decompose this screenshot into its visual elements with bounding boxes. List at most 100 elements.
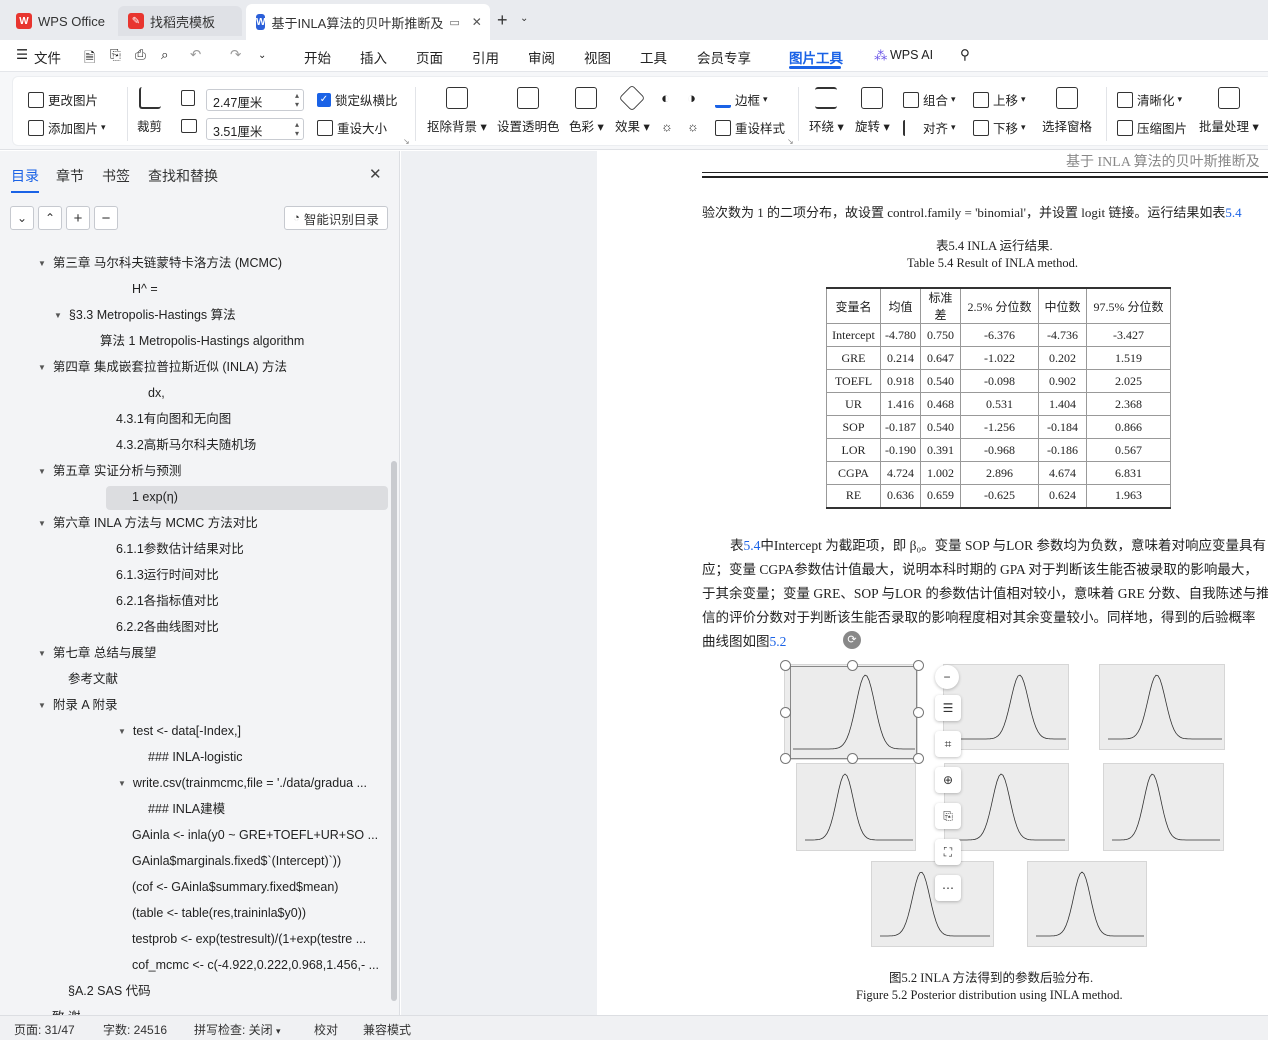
more-icon[interactable]: ⋯ xyxy=(935,875,961,901)
collapse-triangle-icon[interactable]: ▼ xyxy=(54,303,62,329)
resize-handle[interactable] xyxy=(847,660,858,671)
collapse-triangle-icon[interactable]: ▼ xyxy=(38,355,46,381)
undo-icon[interactable]: ↶ xyxy=(190,47,201,63)
toc-item[interactable]: ▼ write.csv(trainmcmc,file = './data/grad… xyxy=(118,770,367,796)
send-backward-button[interactable]: 下移 ▾ xyxy=(973,118,1026,137)
collapse-triangle-icon[interactable]: ▼ xyxy=(118,771,126,797)
toc-item[interactable]: (cof <- GAinla$summary.fixed$mean) xyxy=(132,874,338,900)
rotate-button[interactable]: 旋转 ▾ xyxy=(855,87,890,135)
replace-image-icon[interactable]: ⎘ xyxy=(935,803,961,829)
proofread-button[interactable]: 校对 xyxy=(314,1021,338,1038)
spinner-icon[interactable]: ▴ ▾ xyxy=(295,91,299,109)
resize-handle[interactable] xyxy=(913,660,924,671)
resize-handle[interactable] xyxy=(780,753,791,764)
collapse-triangle-icon[interactable]: ▼ xyxy=(38,459,46,485)
collapse-triangle-icon[interactable]: ▼ xyxy=(118,719,126,745)
menu-member[interactable]: 会员专享 xyxy=(697,47,751,67)
menu-file[interactable]: 文件 xyxy=(34,47,61,67)
add-image-button[interactable]: 添加图片 ▾ xyxy=(28,118,106,137)
toc-item[interactable]: 4.3.2高斯马尔科夫随机场 xyxy=(116,432,256,458)
zoom-in-icon[interactable]: ⊕ xyxy=(935,767,961,793)
sidebar-scrollbar[interactable] xyxy=(391,461,397,1001)
hamburger-icon[interactable]: ☰ xyxy=(16,47,28,63)
print-preview-icon[interactable]: ⌕ xyxy=(161,47,169,63)
resize-handle[interactable] xyxy=(847,753,858,764)
tab-document[interactable]: W 基于INLA算法的贝叶斯推断及 ▭ ✕ xyxy=(246,4,490,40)
batch-process-button[interactable]: 批量处理 ▾ xyxy=(1199,87,1259,135)
print-icon[interactable]: ⎙ xyxy=(135,47,146,63)
spinner-icon[interactable]: ▴ ▾ xyxy=(295,120,299,138)
resize-handle[interactable] xyxy=(913,707,924,718)
effects-button[interactable]: 效果 ▾ xyxy=(615,84,650,135)
remove-background-button[interactable]: 抠除背景 ▾ xyxy=(427,87,487,135)
rotate-handle-icon[interactable]: ⟳ xyxy=(843,631,861,649)
toc-item[interactable]: ▼ 第五章 实证分析与预测 xyxy=(38,458,181,484)
toc-item[interactable]: ### INLA-logistic xyxy=(148,744,243,770)
collapse-up-icon[interactable]: ⌃ xyxy=(38,206,62,230)
toc-item[interactable]: H^ = xyxy=(132,276,158,302)
nav-tab-toc[interactable]: 目录 xyxy=(11,166,39,186)
menu-page[interactable]: 页面 xyxy=(416,47,443,67)
menu-view[interactable]: 视图 xyxy=(584,47,611,67)
compress-image-button[interactable]: 压缩图片 xyxy=(1117,118,1187,137)
bring-forward-button[interactable]: 上移 ▾ xyxy=(973,90,1026,109)
toc-item[interactable]: (table <- table(res,traininla$y0)) xyxy=(132,900,306,926)
toc-item[interactable]: 6.1.1参数估计结果对比 xyxy=(116,536,244,562)
toc-item[interactable]: dx, xyxy=(148,380,165,406)
toc-item[interactable]: §A.2 SAS 代码 xyxy=(68,978,151,1004)
tab-wps-office[interactable]: W WPS Office xyxy=(6,6,115,36)
new-tab-plus-icon[interactable]: + xyxy=(497,10,508,31)
collapse-triangle-icon[interactable]: ▼ xyxy=(38,641,46,667)
close-icon[interactable]: ✕ xyxy=(369,165,382,183)
change-image-button[interactable]: 更改图片 xyxy=(28,90,98,109)
minus-icon[interactable]: − xyxy=(935,665,959,689)
resize-handle[interactable] xyxy=(780,660,791,671)
nav-tab-find-replace[interactable]: 查找和替换 xyxy=(148,166,218,186)
toc-item[interactable]: 4.3.1有向图和无向图 xyxy=(116,406,231,432)
search-icon[interactable]: ⚲ xyxy=(960,47,970,63)
border-button[interactable]: 边框 ▾ xyxy=(715,90,768,109)
height-input[interactable]: 3.51厘米 ▴ ▾ xyxy=(206,118,304,140)
nav-tab-chapter[interactable]: 章节 xyxy=(56,166,84,186)
table-ref-link[interactable]: 5.4 xyxy=(744,538,761,553)
contrast-icon[interactable]: ◑ xyxy=(687,90,696,107)
menu-reference[interactable]: 引用 xyxy=(472,47,499,67)
brightness-icon[interactable]: ◐ xyxy=(661,90,670,107)
sun-dim-icon[interactable]: ☼ xyxy=(687,119,699,134)
redo-icon[interactable]: ↷ xyxy=(230,47,241,63)
resize-handle[interactable] xyxy=(913,753,924,764)
toc-item[interactable]: ▼ 附录 A 附录 xyxy=(38,692,118,718)
menu-tools[interactable]: 工具 xyxy=(640,47,667,67)
toc-item[interactable]: 6.1.3运行时间对比 xyxy=(116,562,219,588)
more-chevron-icon[interactable]: ⌄ xyxy=(258,50,266,61)
toc-item[interactable]: 6.2.2各曲线图对比 xyxy=(116,614,219,640)
table-ref-link[interactable]: 5.4 xyxy=(1225,205,1241,220)
wrap-layout-icon[interactable]: ☰ xyxy=(935,695,961,721)
crop-icon[interactable]: ⌗ xyxy=(935,731,961,757)
nav-tab-bookmark[interactable]: 书签 xyxy=(102,166,130,186)
crop-button[interactable]: 裁剪 xyxy=(137,87,162,135)
toc-item[interactable]: cof_mcmc <- c(-4.922,0.222,0.968,1.456,-… xyxy=(132,952,379,978)
menu-wps-ai[interactable]: WPS AI xyxy=(890,48,933,62)
toc-item[interactable]: 算法 1 Metropolis-Hastings algorithm xyxy=(100,328,304,354)
remove-heading-icon[interactable]: − xyxy=(94,206,118,230)
resize-button[interactable]: 重设大小 xyxy=(317,118,387,137)
set-transparent-button[interactable]: 设置透明色 xyxy=(497,87,560,135)
toc-item[interactable]: ### INLA建模 xyxy=(148,796,225,822)
toc-item[interactable]: ▼ 第四章 集成嵌套拉普拉斯近似 (INLA) 方法 xyxy=(38,354,287,380)
selection-pane-button[interactable]: 选择窗格 xyxy=(1042,87,1092,135)
sharpen-button[interactable]: 清晰化 ▾ xyxy=(1117,90,1182,109)
toc-item[interactable]: ▼ 第三章 马尔科夫链蒙特卡洛方法 (MCMC) xyxy=(38,250,282,276)
dialog-launcher-icon[interactable]: ↘ xyxy=(787,137,794,146)
chevron-down-icon[interactable]: ⌄ xyxy=(520,13,528,24)
align-button[interactable]: 对齐 ▾ xyxy=(903,118,956,137)
expand-down-icon[interactable]: ⌄ xyxy=(10,206,34,230)
menu-start[interactable]: 开始 xyxy=(304,47,331,67)
toc-item[interactable]: 参考文献 xyxy=(68,666,118,692)
color-button[interactable]: 色彩 ▾ xyxy=(569,87,604,135)
dialog-launcher-icon[interactable]: ↘ xyxy=(403,137,410,146)
sun-icon[interactable]: ☼ xyxy=(661,119,673,134)
toc-item[interactable]: GAinla <- inla(y0 ~ GRE+TOEFL+UR+SO ... xyxy=(132,822,378,848)
menu-insert[interactable]: 插入 xyxy=(360,47,387,67)
add-heading-icon[interactable]: + xyxy=(66,206,90,230)
